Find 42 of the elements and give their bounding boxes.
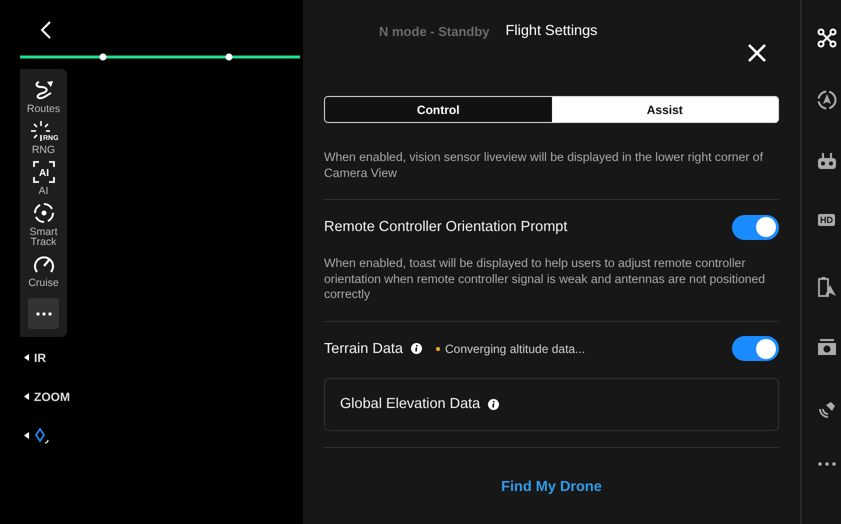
battery-icon[interactable]	[816, 276, 836, 298]
lens-button[interactable]: IR	[24, 349, 46, 366]
caret-icon	[24, 432, 29, 439]
info-icon[interactable]	[488, 398, 500, 410]
tool-button[interactable]: Smart Track	[20, 202, 67, 247]
caret-icon	[24, 393, 29, 400]
more-icon[interactable]	[818, 462, 836, 466]
info-icon[interactable]	[410, 343, 422, 354]
back-icon[interactable]	[40, 21, 52, 39]
drone-icon[interactable]	[816, 28, 836, 48]
hd-icon[interactable]: HD	[818, 214, 835, 226]
status-dot	[436, 346, 440, 350]
close-icon[interactable]	[747, 43, 767, 63]
tool-button[interactable]: Routes	[20, 79, 67, 114]
setting-description: When enabled, vision sensor liveview will be displayed in the lower right corner of Camera View	[324, 149, 764, 182]
more-button[interactable]	[28, 298, 59, 329]
toggle-switch[interactable]	[732, 336, 779, 361]
setting-description: When enabled, toast will be displayed to help users to adjust remote controller orientation when remote controller signal is weak and antennas are not positioned correctly	[324, 255, 766, 303]
diamond-icon	[34, 428, 50, 444]
target-icon	[32, 202, 54, 224]
remote-controller-icon[interactable]	[816, 152, 836, 172]
flight-mode-status: N mode - Standby	[379, 24, 490, 39]
setting-label: Terrain Data	[324, 340, 403, 356]
more-icon	[36, 312, 52, 316]
tab[interactable]: Assist	[552, 97, 778, 122]
tab[interactable]: Control	[325, 97, 552, 122]
card-label: Global Elevation Data	[340, 396, 480, 412]
satellite-icon[interactable]	[816, 400, 836, 420]
route-icon	[32, 79, 54, 101]
status-text: Converging altitude data...	[444, 342, 586, 356]
lens-button[interactable]	[24, 427, 50, 444]
elevation-card[interactable]: Global Elevation Data	[324, 378, 779, 430]
panel-title: Flight Settings	[506, 23, 598, 39]
toggle-switch[interactable]	[732, 214, 779, 240]
camera-icon[interactable]	[816, 338, 836, 356]
lens-button[interactable]: ZOOM	[24, 388, 70, 405]
find-drone-link[interactable]: Find My Drone	[501, 478, 602, 494]
setting-label: Remote Controller Orientation Prompt	[324, 219, 568, 235]
tool-button[interactable]: Cruise	[20, 253, 67, 288]
caret-icon	[24, 354, 29, 361]
tool-button[interactable]: AI AI	[20, 161, 67, 196]
navigation-icon[interactable]	[816, 90, 836, 110]
